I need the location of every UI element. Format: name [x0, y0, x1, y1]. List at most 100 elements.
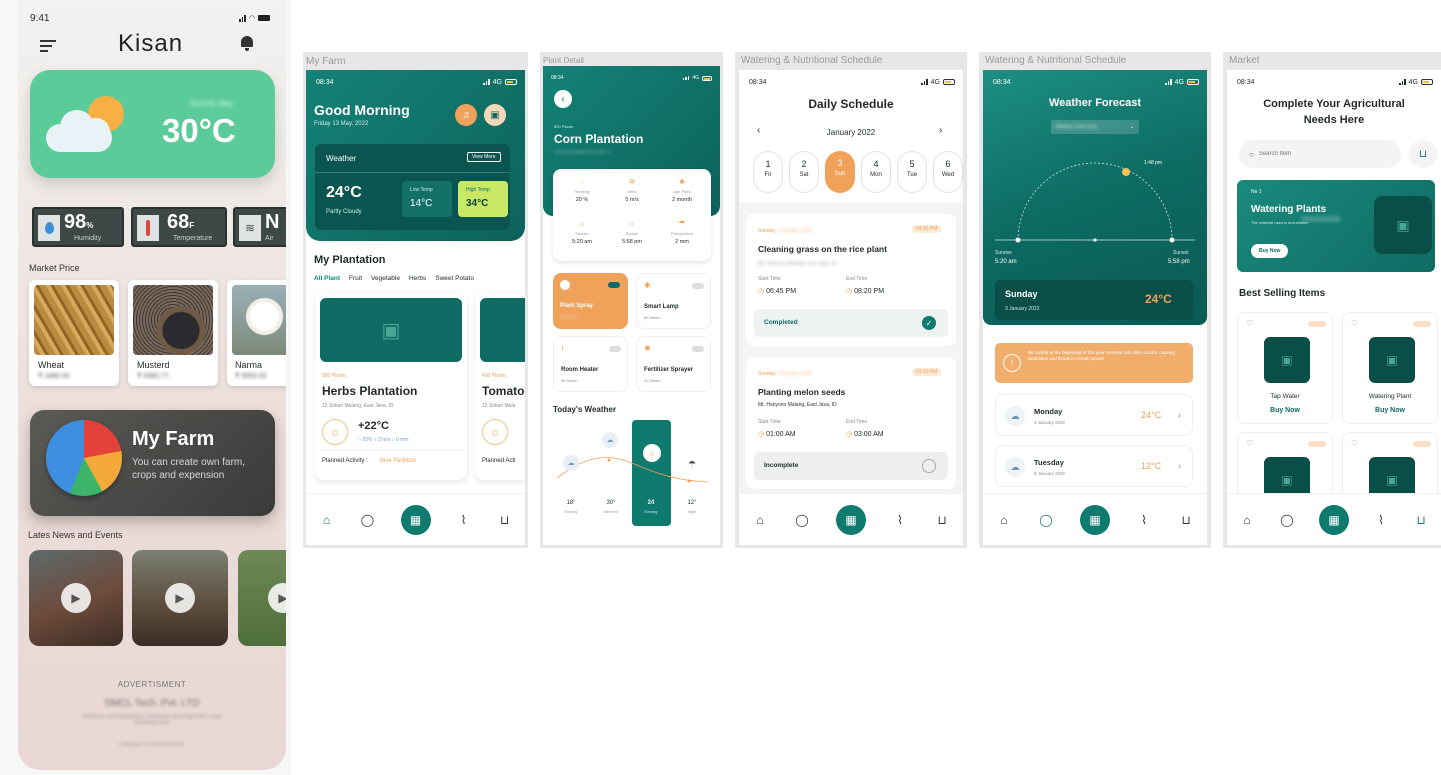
plant-stat-sunrise: ☼ Sunrise 5:20 am — [559, 219, 605, 245]
stat-humidity[interactable]: 98% Humidity — [32, 207, 124, 247]
activity-icon[interactable]: ⌇ — [1373, 512, 1389, 528]
forecast-row-monday[interactable]: ☁ Monday 4 January 2022 24°C › — [995, 394, 1193, 436]
day-4[interactable]: 4 Mon — [861, 151, 891, 193]
water-drop-icon — [38, 215, 60, 241]
weather-card[interactable]: Sunny day 30°C — [30, 70, 275, 178]
product-card-tap-water[interactable]: ♡ ▣ Tap Water Buy Now — [1237, 312, 1333, 424]
drop-icon[interactable]: ◯ — [1279, 512, 1295, 528]
status-row[interactable]: Incomplete — [754, 452, 948, 480]
today-card: Sunday 3 January 2022 24°C — [995, 280, 1193, 320]
tab-sweet-potato[interactable]: Sweet Potato — [435, 275, 474, 282]
drop-icon[interactable]: ◯ — [794, 512, 810, 528]
activity-icon[interactable]: ⌇ — [456, 512, 472, 528]
tab-fruit[interactable]: Fruit — [349, 275, 362, 282]
activity-label: Planned Acti — [482, 458, 516, 464]
cart-icon[interactable]: ⊔ — [1178, 512, 1194, 528]
market-card-musterd[interactable]: Musterd ₹ 5080.77 — [128, 280, 218, 386]
product-card-3[interactable]: ♡ ▣ — [1237, 432, 1333, 503]
check-icon[interactable]: ✓ — [922, 316, 936, 330]
product-buy-button[interactable]: Buy Now — [1343, 407, 1437, 414]
end-time: ◷ 03:00 AM — [846, 431, 884, 438]
notification-bell-icon[interactable] — [240, 36, 254, 52]
search-bar[interactable]: ○ — [1239, 140, 1401, 168]
heart-icon[interactable]: ♡ — [1246, 439, 1253, 448]
plant-temp: +22°C — [358, 420, 390, 432]
product-buy-button[interactable]: Buy Now — [1238, 407, 1332, 414]
forecast-day: Tuesday — [1034, 458, 1064, 467]
tab-herbs[interactable]: Herbs — [409, 275, 426, 282]
calendar-icon[interactable]: ▦ — [400, 504, 431, 535]
heart-icon[interactable]: ♡ — [1246, 319, 1253, 328]
play-icon[interactable]: ▶ — [268, 583, 286, 613]
task-day: Sunday, — [758, 371, 776, 377]
heart-icon[interactable]: ♡ — [1351, 319, 1358, 328]
device-plant-spray[interactable]: Plant Spray 5h 30min — [553, 273, 628, 329]
home-icon[interactable]: ⌂ — [319, 512, 335, 528]
day-3-selected[interactable]: 3 Sun — [825, 151, 855, 193]
product-card-4[interactable]: ♡ ▣ — [1342, 432, 1438, 503]
drop-icon[interactable]: ◯ — [1038, 512, 1054, 528]
status-row[interactable]: Completed ✓ — [754, 309, 948, 337]
toggle-switch[interactable] — [609, 346, 621, 352]
plantation-card-herbs[interactable]: ▣ 800 Plants Herbs Plantation 12 Sokun M… — [315, 292, 467, 480]
toggle-switch[interactable] — [692, 346, 704, 352]
news-video-2[interactable]: ▶ — [132, 550, 228, 646]
menu-icon[interactable] — [40, 40, 56, 52]
day-name: Fri — [764, 172, 772, 178]
cart-icon[interactable]: ⊔ — [934, 512, 950, 528]
play-icon[interactable]: ▶ — [61, 583, 91, 613]
drop-icon[interactable]: ◯ — [360, 512, 376, 528]
day-1[interactable]: 1 Fri — [753, 151, 783, 193]
calendar-icon[interactable]: ▦ — [836, 504, 866, 535]
cart-button[interactable]: ⊔ — [1409, 140, 1437, 168]
search-input[interactable] — [1258, 151, 1379, 157]
toggle-switch[interactable] — [608, 282, 620, 288]
buy-now-button[interactable]: Buy Now — [1251, 244, 1289, 258]
day-2[interactable]: 2 Sat — [789, 151, 819, 193]
activity-icon[interactable]: ⌇ — [892, 512, 908, 528]
tab-vegetable[interactable]: Vegetable — [371, 275, 400, 282]
forecast-row-tuesday[interactable]: ☁ Tuesday 5 January 2022 12°C › — [995, 445, 1193, 487]
task-card-2[interactable]: Sunday, 3 January 2022 01:00 AM Planting… — [746, 357, 956, 489]
cart-icon[interactable]: ⊔ — [497, 512, 513, 528]
task-card-1[interactable]: Sunday, 3 January 2022 04:43 PM Cleaning… — [746, 214, 956, 346]
device-fertilizer-sprayer[interactable]: ✺ Fertilizer Sprayer 1h 30min — [636, 336, 711, 392]
my-farm-card[interactable]: My Farm You can create own farm, crops a… — [30, 410, 275, 516]
view-more-button[interactable]: View More — [467, 152, 501, 162]
home-icon[interactable]: ⌂ — [996, 512, 1012, 528]
plant-count: 800 Plants — [554, 124, 573, 129]
play-icon[interactable]: ▶ — [165, 583, 195, 613]
cart-icon[interactable]: ⊔ — [1413, 512, 1429, 528]
price-badge — [1308, 441, 1326, 447]
market-card-wheat[interactable]: Wheat ₹ 1990.00 — [29, 280, 119, 386]
price-badge — [1413, 321, 1431, 327]
day-number: 5 — [909, 159, 915, 169]
back-button[interactable]: ‹ — [554, 90, 572, 108]
day-5[interactable]: 5 Tue — [897, 151, 927, 193]
news-video-1[interactable]: ▶ — [29, 550, 123, 646]
stat-air[interactable]: ≋ N Air — [233, 207, 286, 247]
market-card-narma[interactable]: Narma ₹ 5000.00 — [227, 280, 286, 386]
product-card-watering-plant[interactable]: ♡ ▣ Watering Plant Buy Now — [1342, 312, 1438, 424]
home-icon[interactable]: ⌂ — [752, 512, 768, 528]
tab-all-plant[interactable]: All Plant — [314, 275, 340, 282]
news-video-3[interactable]: ▶ — [238, 550, 286, 646]
gallery-icon[interactable]: ▣ — [484, 104, 506, 126]
home-icon[interactable]: ⌂ — [1239, 512, 1255, 528]
next-month-button[interactable]: › — [939, 125, 942, 136]
day-6[interactable]: 6 Wed — [933, 151, 963, 193]
search-icon: ○ — [1249, 149, 1254, 159]
plantation-card-tomato[interactable]: 400 Plants Tomato 12 Sokun Mala ☼ Planne… — [475, 292, 525, 480]
notification-icon[interactable]: ♫ — [455, 104, 477, 126]
toggle-switch[interactable] — [692, 283, 704, 289]
heart-icon[interactable]: ♡ — [1351, 439, 1358, 448]
activity-icon[interactable]: ⌇ — [1136, 512, 1152, 528]
empty-check-icon[interactable] — [922, 459, 936, 473]
promo-banner[interactable]: No 1 Watering Plants The material used i… — [1237, 180, 1435, 272]
device-room-heater[interactable]: ≀ Room Heater 5h 30min — [553, 336, 628, 392]
stat-temperature[interactable]: 68F Temperature — [131, 207, 227, 247]
forecast-day: Monday — [1034, 407, 1063, 416]
calendar-icon[interactable]: ▦ — [1080, 504, 1110, 535]
device-smart-lamp[interactable]: ✱ Smart Lamp 8h 30min — [636, 273, 711, 329]
calendar-icon[interactable]: ▦ — [1319, 504, 1349, 535]
